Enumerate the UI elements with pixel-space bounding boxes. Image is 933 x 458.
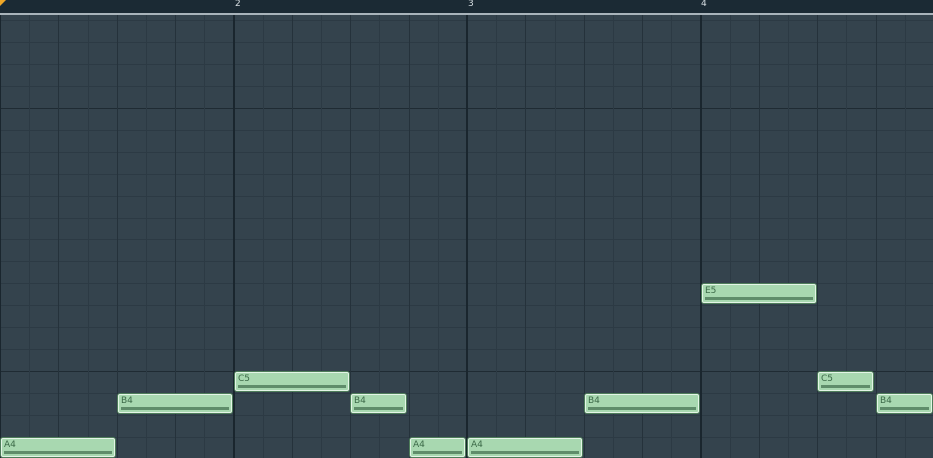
note-label: C5 [238, 374, 251, 384]
step-line [555, 15, 556, 458]
note-b4[interactable]: B4 [585, 394, 699, 413]
step-line [876, 15, 877, 458]
bar-line [700, 15, 702, 458]
step-line [204, 15, 205, 458]
playhead-marker-icon[interactable] [0, 0, 6, 6]
step-line [117, 15, 118, 458]
note-b4[interactable]: B4 [351, 394, 406, 413]
step-line [905, 15, 906, 458]
note-velocity-bar [121, 407, 229, 410]
note-a4[interactable]: A4 [410, 438, 465, 457]
step-line [817, 15, 818, 458]
step-line [321, 15, 322, 458]
note-velocity-bar [588, 407, 696, 410]
step-line [642, 15, 643, 458]
note-label: B4 [354, 396, 366, 406]
step-line [846, 15, 847, 458]
note-velocity-bar [238, 385, 346, 388]
step-line [379, 15, 380, 458]
note-velocity-bar [821, 385, 870, 388]
step-line [613, 15, 614, 458]
step-line [350, 15, 351, 458]
step-line [292, 15, 293, 458]
note-c5[interactable]: C5 [235, 372, 349, 391]
step-line [263, 15, 264, 458]
note-label: C5 [821, 374, 834, 384]
note-velocity-bar [705, 297, 813, 300]
step-line [29, 15, 30, 458]
note-label: A4 [4, 440, 16, 450]
note-label: B4 [880, 396, 892, 406]
step-line [730, 15, 731, 458]
step-line [759, 15, 760, 458]
bar-line [233, 15, 235, 458]
note-velocity-bar [4, 451, 112, 454]
note-grid[interactable]: A4 B4 C5 B4 A4 A4 B4 E5 C5 B4 [0, 15, 933, 458]
bar-number: 2 [235, 0, 241, 9]
step-line [438, 15, 439, 458]
note-velocity-bar [413, 451, 462, 454]
note-velocity-bar [354, 407, 403, 410]
note-b4[interactable]: B4 [877, 394, 932, 413]
note-e5[interactable]: E5 [702, 284, 816, 303]
step-line [175, 15, 176, 458]
note-a4[interactable]: A4 [1, 438, 115, 457]
step-line [525, 15, 526, 458]
step-line [88, 15, 89, 458]
note-b4[interactable]: B4 [118, 394, 232, 413]
step-line [496, 15, 497, 458]
note-label: E5 [705, 286, 717, 296]
note-velocity-bar [880, 407, 929, 410]
step-line [409, 15, 410, 458]
note-velocity-bar [471, 451, 579, 454]
piano-roll: 2 3 4 A4 B4 C5 B4 A4 A4 B4 E5 C5 B4 [0, 0, 933, 458]
bar-number: 3 [468, 0, 474, 9]
bar-line [0, 15, 1, 458]
bar-number: 4 [701, 0, 707, 9]
note-label: A4 [413, 440, 425, 450]
bar-line [466, 15, 468, 458]
note-c5[interactable]: C5 [818, 372, 873, 391]
step-line [58, 15, 59, 458]
step-line [146, 15, 147, 458]
note-label: B4 [588, 396, 600, 406]
step-line [788, 15, 789, 458]
step-line [671, 15, 672, 458]
note-label: A4 [471, 440, 483, 450]
note-label: B4 [121, 396, 133, 406]
note-a4[interactable]: A4 [468, 438, 582, 457]
step-line [584, 15, 585, 458]
timeline-ruler[interactable]: 2 3 4 [0, 0, 933, 15]
